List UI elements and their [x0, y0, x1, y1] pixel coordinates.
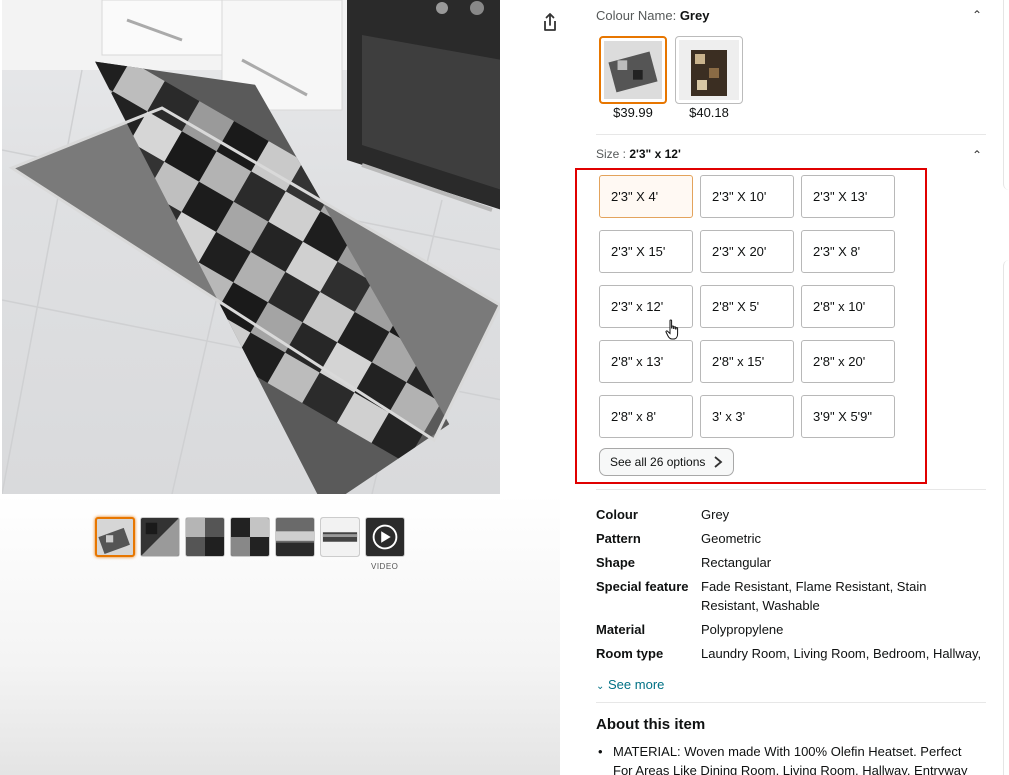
thumbnail-2[interactable]: [140, 517, 180, 557]
size-options-grid: 2'3" X 4' 2'3" X 10' 2'3" X 13' 2'3" X 1…: [599, 175, 895, 438]
thumbnail-1[interactable]: [95, 517, 135, 557]
spec-value: Geometric: [701, 531, 761, 546]
hand-cursor-icon: [665, 319, 679, 340]
colour-swatch-grey[interactable]: [599, 36, 667, 104]
spec-key: Shape: [596, 555, 636, 570]
size-label: Size :: [596, 147, 630, 161]
size-option[interactable]: 2'8" x 8': [599, 395, 693, 438]
size-value: 2'3" x 12': [629, 147, 681, 161]
see-all-options-button[interactable]: See all 26 options: [599, 448, 735, 476]
see-more-label: See more: [608, 677, 665, 692]
about-bullet: MATERIAL: Woven made With 100% Olefin He…: [598, 742, 978, 775]
spec-value: Polypropylene: [701, 622, 784, 637]
spec-row: Pattern Geometric: [596, 529, 986, 548]
about-heading: About this item: [596, 716, 706, 733]
colour-label: Colour Name:: [596, 8, 680, 23]
chevron-up-icon[interactable]: ⌃: [972, 148, 982, 162]
colour-value: Grey: [679, 8, 710, 23]
thumbnail-5[interactable]: [275, 517, 315, 557]
spec-row: Special feature Fade Resistant, Flame Re…: [596, 577, 986, 615]
size-option[interactable]: 2'8" x 20': [801, 340, 895, 383]
size-option[interactable]: 3' x 3': [700, 395, 794, 438]
share-icon[interactable]: [537, 9, 563, 35]
divider: [596, 489, 986, 490]
colour-heading: Colour Name: Grey: [596, 8, 709, 23]
swatch-price: $40.18: [689, 105, 729, 120]
colour-swatch-brown[interactable]: [675, 36, 743, 104]
spec-row: Shape Rectangular: [596, 553, 986, 572]
spec-value: Rectangular: [701, 555, 772, 570]
divider: [596, 134, 986, 135]
chevron-down-icon: ⌄: [596, 681, 605, 692]
thumbnail-4[interactable]: [230, 517, 270, 557]
rug-photo: [2, 0, 500, 494]
size-option[interactable]: 2'3" X 20': [700, 230, 794, 273]
size-option[interactable]: 2'3" X 8': [801, 230, 895, 273]
spec-value: Laundry Room, Living Room, Bedroom, Hall…: [701, 646, 982, 666]
spec-key: Room type: [596, 646, 664, 661]
spec-row: Colour Grey: [596, 505, 986, 524]
thumbnail-3[interactable]: [185, 517, 225, 557]
divider: [596, 702, 986, 703]
size-option[interactable]: 2'8" X 5': [700, 285, 794, 328]
spec-row: Room type Laundry Room, Living Room, Bed…: [596, 644, 986, 666]
size-option[interactable]: 2'3" X 10': [700, 175, 794, 218]
side-panel-edge: [1003, 0, 1009, 190]
size-heading: Size : 2'3" x 12': [596, 147, 681, 161]
side-panel-edge: [1003, 260, 1009, 775]
chevron-right-icon: [714, 456, 723, 468]
thumbnail-strip: [95, 517, 405, 557]
video-thumbnail[interactable]: [365, 517, 405, 557]
spec-value: Fade Resistant, Flame Resistant, Stain R…: [701, 579, 927, 613]
size-option[interactable]: 2'8" x 13': [599, 340, 693, 383]
product-specs: Colour Grey Pattern Geometric Shape Rect…: [596, 505, 986, 671]
spec-key: Special feature: [596, 579, 689, 594]
spec-key: Pattern: [596, 531, 641, 546]
size-option[interactable]: 2'8" x 10': [801, 285, 895, 328]
size-option[interactable]: 2'3" X 13': [801, 175, 895, 218]
chevron-up-icon[interactable]: ⌃: [972, 8, 982, 22]
size-option[interactable]: 2'3" X 15': [599, 230, 693, 273]
size-option[interactable]: 2'3" X 4': [599, 175, 693, 218]
size-option[interactable]: 3'9" X 5'9": [801, 395, 895, 438]
see-all-label: See all 26 options: [610, 455, 706, 469]
spec-row: Material Polypropylene: [596, 620, 986, 639]
spec-key: Material: [596, 622, 646, 637]
swatch-price: $39.99: [613, 105, 653, 120]
spec-value: Grey: [701, 507, 730, 522]
see-more-link[interactable]: ⌄ See more: [596, 677, 664, 692]
video-label: VIDEO: [371, 562, 399, 571]
main-product-image[interactable]: [2, 0, 500, 494]
size-option[interactable]: 2'8" x 15': [700, 340, 794, 383]
play-icon: [372, 524, 398, 550]
thumbnail-6[interactable]: [320, 517, 360, 557]
spec-key: Colour: [596, 507, 638, 522]
